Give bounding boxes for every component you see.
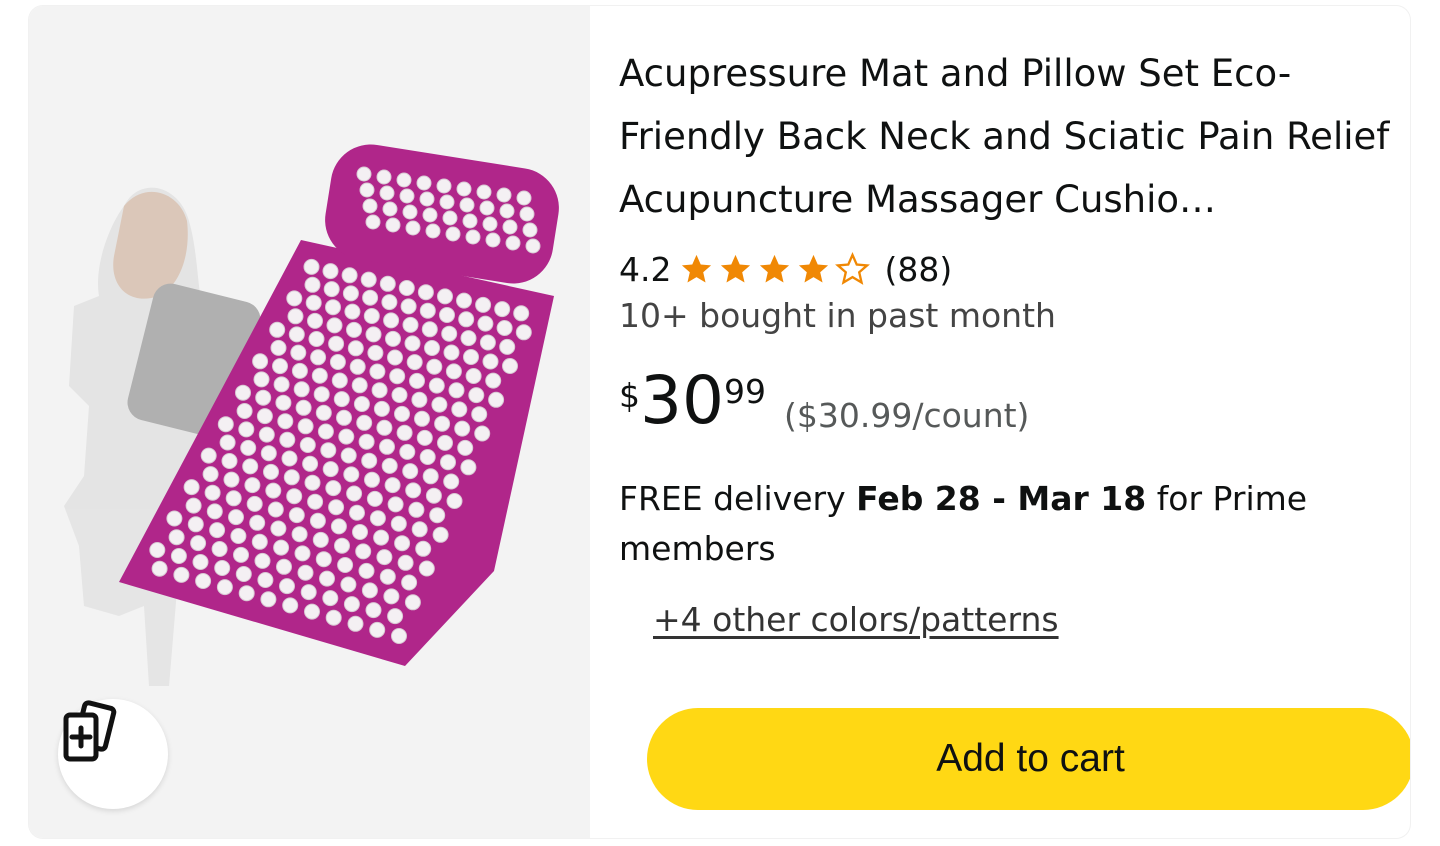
price: $ 30 99 ($30.99/count) [619,366,1029,436]
delivery-info: FREE delivery Feb 28 - Mar 18 for Prime … [619,474,1379,574]
delivery-prefix: FREE delivery [619,479,857,518]
unit-price: ($30.99/count) [783,396,1030,435]
product-card[interactable]: Acupressure Mat and Pillow Set Eco-Frien… [29,6,1410,838]
bought-in-past-month: 10+ bought in past month [619,296,1056,335]
price-currency: $ [619,376,640,415]
add-to-compare-icon [63,700,117,762]
compare-button[interactable] [58,699,168,809]
star-rating[interactable] [679,251,874,287]
star-full-icon [760,254,790,282]
review-count[interactable]: (88) [884,250,952,289]
add-to-cart-button[interactable]: Add to cart [647,708,1410,810]
product-image[interactable] [29,6,590,838]
rating-value: 4.2 [619,249,672,289]
delivery-dates: Feb 28 - Mar 18 [856,479,1147,518]
price-fraction: 99 [723,372,766,411]
rating-row[interactable]: 4.2 (88) [619,244,952,294]
star-empty-icon [835,251,871,285]
product-title[interactable]: Acupressure Mat and Pillow Set Eco-Frien… [619,42,1391,231]
product-info: Acupressure Mat and Pillow Set Eco-Frien… [619,6,1410,838]
star-full-icon [721,254,751,282]
other-colors-link[interactable]: +4 other colors/patterns [653,600,1059,639]
price-whole: 30 [640,362,724,439]
star-full-icon [799,254,829,282]
star-full-icon [682,254,712,282]
